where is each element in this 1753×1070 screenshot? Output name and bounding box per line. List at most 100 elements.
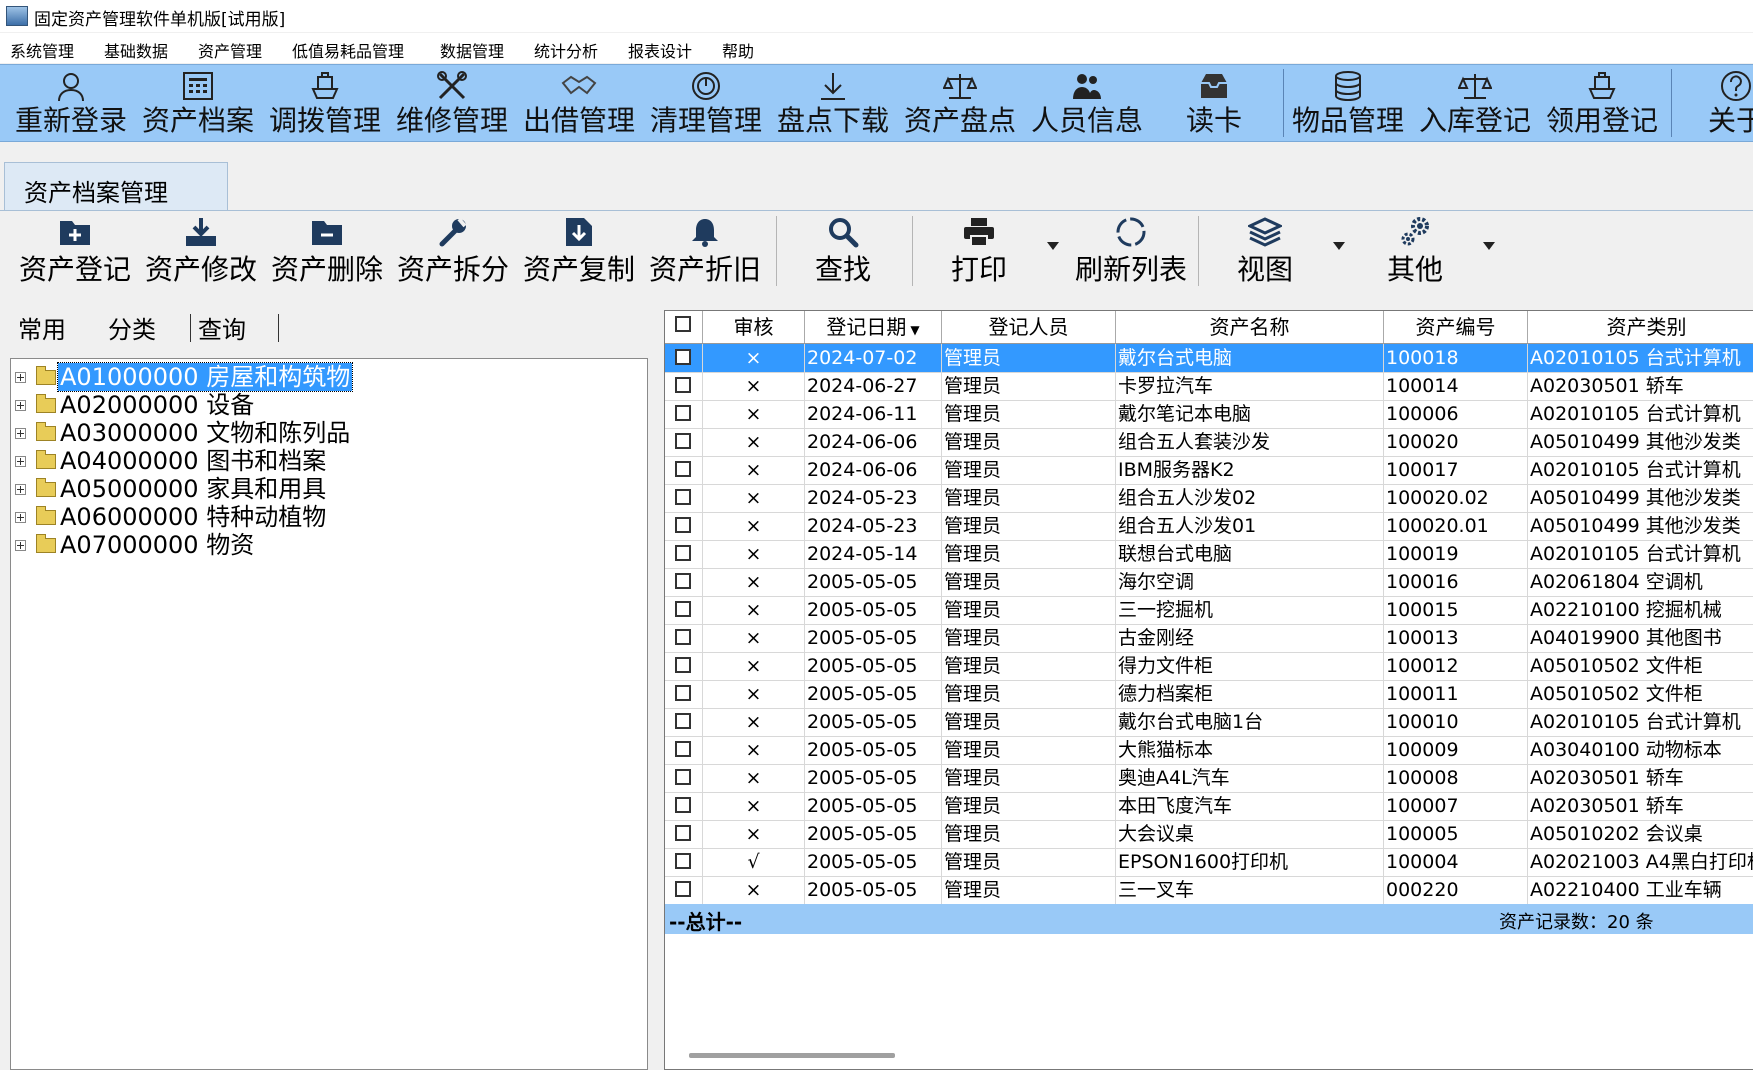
row-checkbox[interactable] <box>675 405 691 421</box>
table-row[interactable]: × 2005-05-05 管理员 三一叉车 000220 A02210400 工业车辆 <box>665 876 1753 905</box>
tab-asset-archive-management[interactable]: 资产档案管理 <box>4 162 228 211</box>
table-row[interactable]: × 2005-05-05 管理员 戴尔台式电脑1台 100010 A02010105 台式… <box>665 708 1753 737</box>
category-tree[interactable]: A01000000 房屋和构筑物 A02000000 设备 A03000000 … <box>10 358 648 1070</box>
expand-icon[interactable] <box>15 540 26 551</box>
select-all-checkbox[interactable] <box>675 316 691 332</box>
row-checkbox-cell[interactable] <box>665 400 703 428</box>
expand-icon[interactable] <box>15 484 26 495</box>
asset-split-button[interactable]: 资产拆分 <box>390 212 516 292</box>
table-row[interactable]: × 2005-05-05 管理员 得力文件柜 100012 A05010502 文件柜 <box>665 652 1753 681</box>
row-checkbox[interactable] <box>675 517 691 533</box>
tree-node[interactable]: A02000000 设备 <box>11 391 631 419</box>
row-checkbox[interactable] <box>675 433 691 449</box>
table-row[interactable]: × 2005-05-05 管理员 大会议桌 100005 A05010202 会议桌 <box>665 820 1753 849</box>
tree-node[interactable]: A04000000 图书和档案 <box>11 447 631 475</box>
expand-icon[interactable] <box>15 428 26 439</box>
read-card-button[interactable]: 读卡 <box>1153 65 1275 141</box>
row-checkbox[interactable] <box>675 461 691 477</box>
row-checkbox[interactable] <box>675 629 691 645</box>
row-checkbox-cell[interactable] <box>665 708 703 736</box>
tree-node[interactable]: A05000000 家具和用具 <box>11 475 631 503</box>
table-row[interactable]: × 2005-05-05 管理员 奥迪A4L汽车 100008 A02030501 轿车 <box>665 764 1753 793</box>
menu-report[interactable]: 报表设计 <box>628 38 692 62</box>
goods-management-button[interactable]: 物品管理 <box>1287 65 1409 141</box>
asset-register-button[interactable]: 资产登记 <box>12 212 138 292</box>
refresh-list-button[interactable]: 刷新列表 <box>1066 212 1196 292</box>
row-checkbox[interactable] <box>675 601 691 617</box>
other-dropdown-arrow[interactable] <box>1483 242 1495 250</box>
about-button[interactable]: 关于 <box>1675 65 1753 141</box>
row-checkbox-cell[interactable] <box>665 596 703 624</box>
row-checkbox[interactable] <box>675 881 691 897</box>
row-checkbox-cell[interactable] <box>665 876 703 904</box>
menu-data[interactable]: 数据管理 <box>440 38 504 62</box>
table-row[interactable]: √ 2005-05-05 管理员 EPSON1600打印机 100004 A0202100… <box>665 848 1753 877</box>
other-button[interactable]: 其他 <box>1352 212 1478 292</box>
asset-delete-button[interactable]: 资产删除 <box>264 212 390 292</box>
row-checkbox[interactable] <box>675 853 691 869</box>
select-all-checkbox-cell[interactable] <box>665 311 703 343</box>
view-dropdown-arrow[interactable] <box>1333 242 1345 250</box>
row-checkbox[interactable] <box>675 797 691 813</box>
row-checkbox-cell[interactable] <box>665 540 703 568</box>
requisition-button[interactable]: 领用登记 <box>1541 65 1663 141</box>
col-asset-name[interactable]: 资产名称 <box>1116 311 1384 343</box>
row-checkbox-cell[interactable] <box>665 456 703 484</box>
table-row[interactable]: × 2024-05-14 管理员 联想台式电脑 100019 A02010105 台式计算… <box>665 540 1753 569</box>
print-button[interactable]: 打印 <box>916 212 1042 292</box>
relogin-button[interactable]: 重新登录 <box>10 65 132 141</box>
row-checkbox-cell[interactable] <box>665 652 703 680</box>
row-checkbox-cell[interactable] <box>665 372 703 400</box>
transfer-button[interactable]: 调拨管理 <box>264 65 386 141</box>
table-row[interactable]: × 2024-06-06 管理员 IBM服务器K2 100017 A02010105 台式… <box>665 456 1753 485</box>
expand-icon[interactable] <box>15 456 26 467</box>
menu-help[interactable]: 帮助 <box>722 38 754 62</box>
col-registrar[interactable]: 登记人员 <box>942 311 1116 343</box>
col-audit[interactable]: 审核 <box>703 311 805 343</box>
expand-icon[interactable] <box>15 512 26 523</box>
table-row[interactable]: × 2005-05-05 管理员 德力档案柜 100011 A05010502 文件柜 <box>665 680 1753 709</box>
table-row[interactable]: × 2005-05-05 管理员 大熊猫标本 100009 A03040100 动物标本 <box>665 736 1753 765</box>
view-button[interactable]: 视图 <box>1202 212 1328 292</box>
menu-system[interactable]: 系统管理 <box>10 38 74 62</box>
horizontal-scrollbar-thumb[interactable] <box>689 1053 895 1058</box>
expand-icon[interactable] <box>15 400 26 411</box>
row-checkbox[interactable] <box>675 545 691 561</box>
inventory-download-button[interactable]: 盘点下载 <box>772 65 894 141</box>
cleanup-button[interactable]: 清理管理 <box>645 65 767 141</box>
menu-basic-data[interactable]: 基础数据 <box>104 38 168 62</box>
row-checkbox-cell[interactable] <box>665 512 703 540</box>
print-dropdown-arrow[interactable] <box>1047 242 1059 250</box>
asset-modify-button[interactable]: 资产修改 <box>138 212 264 292</box>
repair-button[interactable]: 维修管理 <box>391 65 513 141</box>
row-checkbox-cell[interactable] <box>665 428 703 456</box>
row-checkbox-cell[interactable] <box>665 624 703 652</box>
row-checkbox-cell[interactable] <box>665 848 703 876</box>
tree-node[interactable]: A01000000 房屋和构筑物 <box>11 362 631 392</box>
asset-inventory-button[interactable]: 资产盘点 <box>899 65 1021 141</box>
row-checkbox-cell[interactable] <box>665 820 703 848</box>
menu-consumables[interactable]: 低值易耗品管理 <box>292 38 404 62</box>
row-checkbox[interactable] <box>675 657 691 673</box>
row-checkbox[interactable] <box>675 685 691 701</box>
lend-button[interactable]: 出借管理 <box>518 65 640 141</box>
menu-statistics[interactable]: 统计分析 <box>534 38 598 62</box>
row-checkbox[interactable] <box>675 769 691 785</box>
table-row[interactable]: × 2005-05-05 管理员 海尔空调 100016 A02061804 空调机 <box>665 568 1753 597</box>
row-checkbox-cell[interactable] <box>665 792 703 820</box>
row-checkbox[interactable] <box>675 713 691 729</box>
row-checkbox-cell[interactable] <box>665 568 703 596</box>
table-row[interactable]: × 2024-06-06 管理员 组合五人套装沙发 100020 A05010499 其他… <box>665 428 1753 457</box>
table-row[interactable]: × 2024-05-23 管理员 组合五人沙发01 100020.01 A05010499… <box>665 512 1753 541</box>
tab-query[interactable]: 查询 <box>198 310 246 345</box>
row-checkbox[interactable] <box>675 825 691 841</box>
table-row[interactable]: × 2024-05-23 管理员 组合五人沙发02 100020.02 A05010499… <box>665 484 1753 513</box>
asset-depreciation-button[interactable]: 资产折旧 <box>642 212 768 292</box>
col-asset-category[interactable]: 资产类别 <box>1528 311 1753 343</box>
expand-icon[interactable] <box>15 372 26 383</box>
asset-archive-button[interactable]: 资产档案 <box>137 65 259 141</box>
col-register-date[interactable]: 登记日期 ▼ <box>805 311 942 343</box>
row-checkbox-cell[interactable] <box>665 764 703 792</box>
row-checkbox[interactable] <box>675 489 691 505</box>
table-row[interactable]: × 2024-07-02 管理员 戴尔台式电脑 100018 A02010105 台式计算… <box>665 344 1753 373</box>
